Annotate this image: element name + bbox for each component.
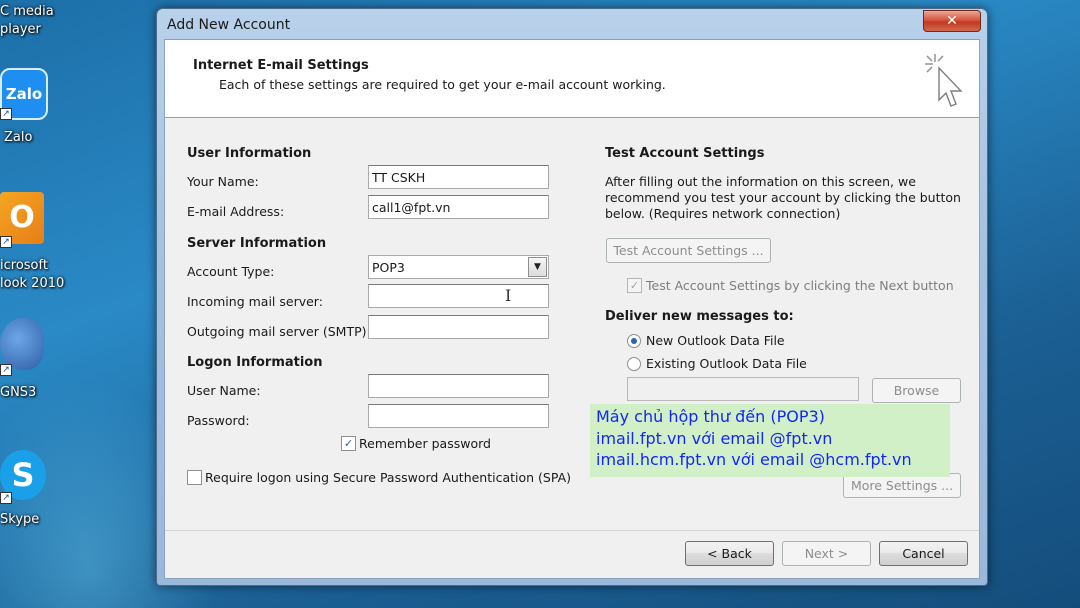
existing-data-file-label[interactable]: Existing Outlook Data File (646, 356, 807, 371)
text-cursor-icon: I (505, 286, 512, 305)
desktop-icon-label: icrosoft (0, 258, 48, 273)
email-address-input[interactable] (368, 195, 549, 219)
incoming-mail-server-label: Incoming mail server: (187, 294, 323, 309)
user-name-input[interactable] (368, 374, 549, 398)
annotation-line: imail.fpt.vn với email @fpt.vn (596, 429, 833, 448)
deliver-messages-heading: Deliver new messages to: (605, 309, 794, 324)
desktop-icon-label: Zalo (4, 130, 33, 145)
title-bar[interactable]: Add New Account ✕ (157, 9, 987, 39)
annotation-line: Máy chủ hộp thư đến (POP3) (596, 407, 825, 426)
shortcut-arrow-icon: ↗ (0, 236, 12, 248)
click-cursor-icon (925, 54, 963, 107)
account-type-label: Account Type: (187, 264, 275, 279)
remember-password-label[interactable]: Remember password (359, 436, 491, 451)
new-data-file-radio[interactable] (627, 334, 641, 348)
test-by-next-checkbox[interactable]: ✓ (627, 278, 642, 293)
password-label: Password: (187, 413, 250, 428)
add-new-account-window: Add New Account ✕ Internet E-mail Settin… (156, 8, 988, 586)
gns3-chameleon-icon (0, 318, 44, 370)
spa-label[interactable]: Require logon using Secure Password Auth… (205, 470, 571, 485)
outgoing-mail-server-label: Outgoing mail server (SMTP): (187, 324, 371, 339)
close-button[interactable]: ✕ (923, 10, 981, 32)
dropdown-arrow-icon[interactable]: ▼ (528, 257, 547, 277)
logon-information-heading: Logon Information (187, 355, 323, 370)
test-description-line: After filling out the information on thi… (605, 174, 916, 189)
shortcut-arrow-icon: ↗ (0, 364, 12, 376)
outgoing-mail-server-input[interactable] (368, 315, 549, 339)
test-description-line: recommend you test your account by click… (605, 190, 961, 205)
test-description-line: below. (Requires network connection) (605, 206, 841, 221)
dialog-client-area: Internet E-mail Settings Each of these s… (164, 39, 980, 579)
incoming-mail-server-input[interactable] (368, 284, 549, 308)
header-title: Internet E-mail Settings (193, 58, 369, 73)
desktop-icon-label: player (0, 22, 41, 37)
annotation-note: Máy chủ hộp thư đến (POP3) imail.fpt.vn … (590, 404, 950, 477)
account-type-dropdown[interactable]: POP3 ▼ (368, 255, 549, 279)
your-name-label: Your Name: (187, 174, 259, 189)
desktop-icon-label: C media (0, 4, 54, 19)
your-name-input[interactable] (368, 165, 549, 189)
cancel-button[interactable]: Cancel (879, 541, 968, 566)
shortcut-arrow-icon: ↗ (0, 108, 12, 120)
test-account-settings-heading: Test Account Settings (605, 146, 765, 161)
existing-data-file-path-input[interactable] (627, 377, 859, 401)
window-title: Add New Account (167, 17, 291, 33)
annotation-line: imail.hcm.fpt.vn với email @hcm.fpt.vn (596, 450, 912, 469)
email-address-label: E-mail Address: (187, 204, 285, 219)
spa-checkbox[interactable] (187, 470, 202, 485)
user-name-label: User Name: (187, 383, 261, 398)
desktop-icon-label: GNS3 (0, 385, 37, 400)
remember-password-checkbox[interactable]: ✓ (341, 436, 356, 451)
new-data-file-label[interactable]: New Outlook Data File (646, 333, 785, 348)
existing-data-file-radio[interactable] (627, 357, 641, 371)
header-band: Internet E-mail Settings Each of these s… (165, 40, 979, 118)
test-by-next-label[interactable]: Test Account Settings by clicking the Ne… (646, 278, 954, 293)
user-information-heading: User Information (187, 146, 312, 161)
desktop-icon-label: Skype (0, 512, 40, 527)
account-type-value: POP3 (372, 260, 405, 275)
password-input[interactable] (368, 404, 549, 428)
test-account-settings-button[interactable]: Test Account Settings ... (606, 238, 771, 263)
desktop-icon-label: look 2010 (0, 276, 65, 291)
back-button[interactable]: < Back (685, 541, 774, 566)
next-button[interactable]: Next > (782, 541, 871, 566)
browse-button[interactable]: Browse (872, 378, 961, 403)
server-information-heading: Server Information (187, 236, 327, 251)
footer-separator (165, 530, 979, 531)
shortcut-arrow-icon: ↗ (0, 492, 12, 504)
header-subtitle: Each of these settings are required to g… (219, 77, 666, 92)
